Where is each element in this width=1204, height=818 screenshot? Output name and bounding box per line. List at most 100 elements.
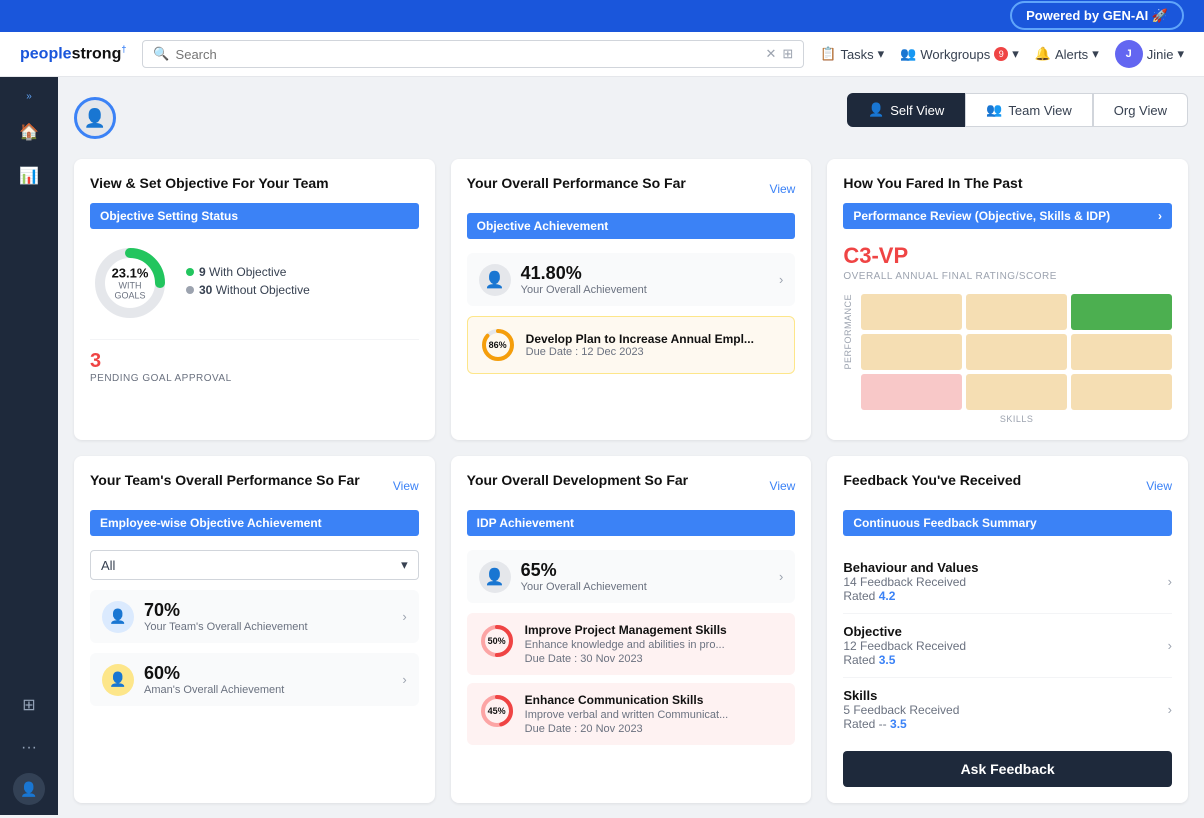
idp-task2-desc: Improve verbal and written Communicat... bbox=[525, 709, 729, 721]
org-view-button[interactable]: Org View bbox=[1093, 93, 1188, 127]
team-perf-bar: Employee-wise Objective Achievement bbox=[90, 510, 419, 536]
feedback-row3-label: Skills bbox=[843, 688, 959, 703]
performance-card-title: Your Overall Performance So Far bbox=[467, 175, 686, 191]
chevron-down-icon2: ▾ bbox=[1012, 46, 1019, 62]
filter-icon[interactable]: ⊞ bbox=[782, 46, 793, 62]
team-perf-view-link[interactable]: View bbox=[393, 479, 419, 493]
fared-bar[interactable]: Performance Review (Objective, Skills & … bbox=[843, 203, 1172, 229]
self-view-button[interactable]: 👤 Self View bbox=[847, 93, 965, 127]
matrix-cell-6 bbox=[1071, 334, 1172, 370]
objective-legend: 9 With Objective 30 Without Objective bbox=[186, 265, 310, 301]
development-view-link[interactable]: View bbox=[770, 479, 796, 493]
matrix-cell-7 bbox=[861, 374, 962, 410]
chevron-right-fared: › bbox=[1158, 209, 1162, 223]
sidebar-avatar[interactable]: 👤 bbox=[13, 773, 45, 805]
idp-task1-title: Improve Project Management Skills bbox=[525, 623, 727, 637]
task-due: Due Date : 12 Dec 2023 bbox=[526, 346, 754, 358]
chevron-right-team1: › bbox=[402, 609, 406, 624]
idp-task2-progress: 45% bbox=[488, 706, 506, 716]
feedback-row2-count: 12 Feedback Received bbox=[843, 639, 966, 653]
alerts-button[interactable]: 🔔 Alerts ▾ bbox=[1035, 46, 1099, 62]
idp-task2-row: 45% Enhance Communication Skills Improve… bbox=[467, 683, 796, 745]
dev-achievement-row[interactable]: 👤 65% Your Overall Achievement › bbox=[467, 550, 796, 603]
search-icon: 🔍 bbox=[153, 46, 169, 62]
search-bar[interactable]: 🔍 ✕ ⊞ bbox=[142, 40, 804, 68]
matrix-cell-3 bbox=[1071, 294, 1172, 330]
idp-task2-circle: 45% bbox=[479, 693, 515, 729]
team-user2-row[interactable]: 👤 60% Aman's Overall Achievement › bbox=[90, 653, 419, 706]
sidebar-item-home[interactable]: 🏠 bbox=[11, 114, 47, 150]
ask-feedback-button[interactable]: Ask Feedback bbox=[843, 751, 1172, 787]
sidebar-item-grid[interactable]: ⊞ bbox=[14, 687, 43, 723]
achievement-avatar: 👤 bbox=[479, 264, 511, 296]
chevron-right-team2: › bbox=[402, 672, 406, 687]
team-select[interactable]: All ▾ bbox=[90, 550, 419, 580]
dev-pct: 65% bbox=[521, 560, 647, 581]
feedback-row1: Behaviour and Values 14 Feedback Receive… bbox=[843, 550, 1172, 614]
profile-circle: 👤 bbox=[74, 97, 116, 139]
feedback-bar: Continuous Feedback Summary bbox=[843, 510, 1172, 536]
logo: peoplestrong† bbox=[20, 44, 126, 63]
chevron-right-icon: › bbox=[779, 272, 783, 287]
task-row: 86% Develop Plan to Increase Annual Empl… bbox=[467, 316, 796, 374]
performance-card: Your Overall Performance So Far View Obj… bbox=[451, 159, 812, 440]
view-switcher: 👤 Self View 👥 Team View Org View bbox=[847, 93, 1188, 127]
development-title: Your Overall Development So Far bbox=[467, 472, 688, 488]
matrix-cell-4 bbox=[861, 334, 962, 370]
chevron-right-feedback3[interactable]: › bbox=[1168, 702, 1172, 717]
feedback-row1-rating: Rated 4.2 bbox=[843, 589, 978, 603]
team-icon: 👥 bbox=[986, 102, 1002, 118]
user-menu[interactable]: J Jinie ▾ bbox=[1115, 40, 1184, 68]
feedback-row1-count: 14 Feedback Received bbox=[843, 575, 978, 589]
sidebar-item-dots[interactable]: ··· bbox=[13, 731, 45, 765]
feedback-row1-label: Behaviour and Values bbox=[843, 560, 978, 575]
feedback-row3: Skills 5 Feedback Received Rated -- 3.5 … bbox=[843, 678, 1172, 741]
dev-label: Your Overall Achievement bbox=[521, 581, 647, 593]
matrix-grid bbox=[861, 294, 1172, 410]
fared-card-title: How You Fared In The Past bbox=[843, 175, 1172, 191]
team-view-button[interactable]: 👥 Team View bbox=[965, 93, 1093, 127]
idp-task1-circle: 50% bbox=[479, 623, 515, 659]
sidebar: » 🏠 📊 ⊞ ··· 👤 bbox=[0, 77, 58, 815]
performance-view-link[interactable]: View bbox=[770, 182, 796, 196]
chevron-down-icon: ▾ bbox=[878, 46, 885, 62]
matrix-cell-9 bbox=[1071, 374, 1172, 410]
objective-card: View & Set Objective For Your Team Objec… bbox=[74, 159, 435, 440]
tasks-button[interactable]: 📋 Tasks ▾ bbox=[820, 46, 884, 62]
idp-task1-desc: Enhance knowledge and abilities in pro..… bbox=[525, 639, 727, 651]
workgroups-button[interactable]: 👥 Workgroups 9 ▾ bbox=[900, 46, 1019, 62]
donut-chart: 23.1% WITH GOALS bbox=[90, 243, 170, 323]
search-input[interactable] bbox=[176, 47, 760, 62]
team-user1-row[interactable]: 👤 70% Your Team's Overall Achievement › bbox=[90, 590, 419, 643]
user-avatar: J bbox=[1115, 40, 1143, 68]
sidebar-expand[interactable]: » bbox=[22, 87, 36, 106]
chevron-right-feedback1[interactable]: › bbox=[1168, 574, 1172, 589]
feedback-row2-label: Objective bbox=[843, 624, 966, 639]
team-user1-avatar: 👤 bbox=[102, 601, 134, 633]
team-user1-label: Your Team's Overall Achievement bbox=[144, 621, 308, 633]
feedback-view-link[interactable]: View bbox=[1146, 479, 1172, 493]
donut-sublabel: WITH GOALS bbox=[110, 281, 150, 301]
rating-code: C3-VP bbox=[843, 243, 1172, 269]
skills-label: SKILLS bbox=[861, 414, 1172, 424]
feedback-row2-rating: Rated 3.5 bbox=[843, 653, 966, 667]
team-user1-pct: 70% bbox=[144, 600, 308, 621]
chevron-right-feedback2[interactable]: › bbox=[1168, 638, 1172, 653]
sidebar-item-chart[interactable]: 📊 bbox=[11, 158, 47, 194]
team-user2-avatar: 👤 bbox=[102, 664, 134, 696]
feedback-row3-rating: Rated -- 3.5 bbox=[843, 717, 959, 731]
chevron-right-dev: › bbox=[779, 569, 783, 584]
team-perf-card: Your Team's Overall Performance So Far V… bbox=[74, 456, 435, 803]
powered-banner: Powered by GEN-AI 🚀 bbox=[1010, 1, 1184, 30]
team-user2-label: Aman's Overall Achievement bbox=[144, 684, 284, 696]
workgroups-badge: 9 bbox=[994, 47, 1008, 61]
task-title: Develop Plan to Increase Annual Empl... bbox=[526, 332, 754, 346]
feedback-row3-count: 5 Feedback Received bbox=[843, 703, 959, 717]
clear-icon[interactable]: ✕ bbox=[765, 46, 776, 62]
pending-label: PENDING GOAL APPROVAL bbox=[90, 373, 419, 384]
chevron-down-icon3: ▾ bbox=[1092, 46, 1099, 62]
objective-bar: Objective Setting Status bbox=[90, 203, 419, 229]
idp-task1-row: 50% Improve Project Management Skills En… bbox=[467, 613, 796, 675]
achievement-row[interactable]: 👤 41.80% Your Overall Achievement › bbox=[467, 253, 796, 306]
chevron-down-select: ▾ bbox=[401, 557, 408, 573]
